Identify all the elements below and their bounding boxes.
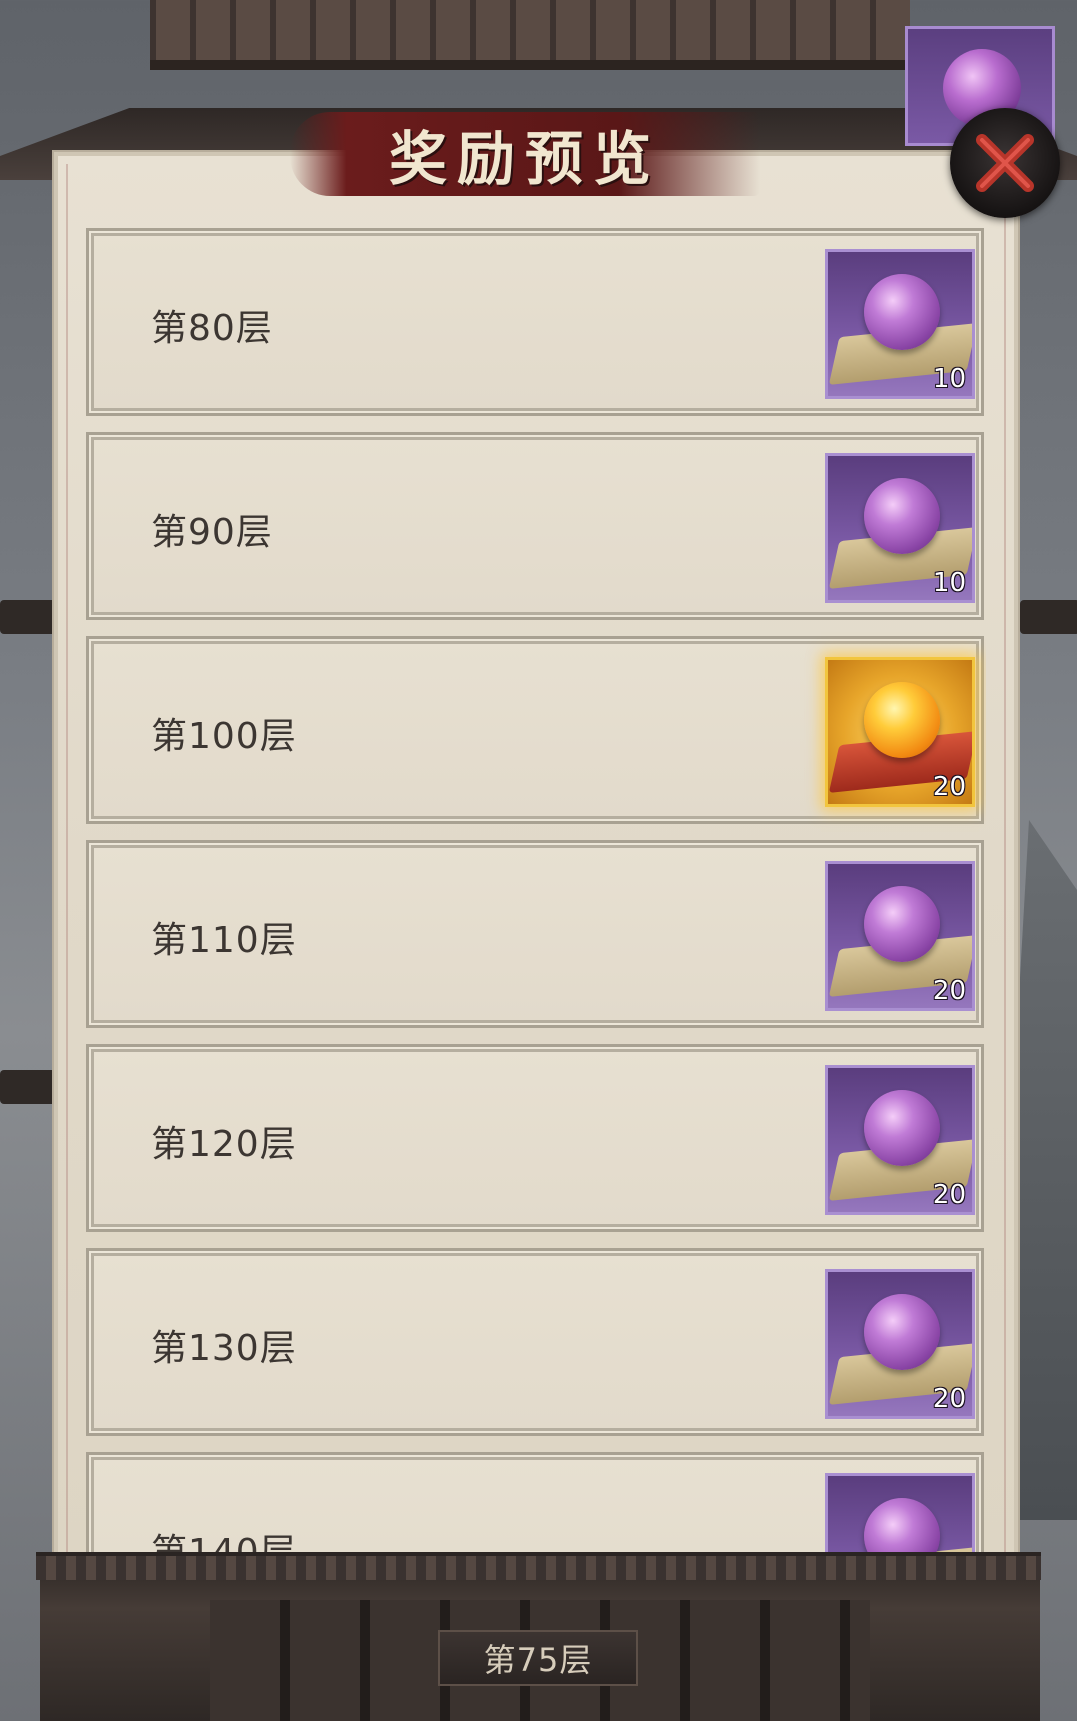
dialog-title: 奖励预览 <box>388 125 661 193</box>
floor-label: 第100层 <box>151 716 297 757</box>
purple-orb-icon <box>864 1294 940 1370</box>
reward-item-slot[interactable]: 20 <box>825 861 975 1011</box>
reward-quantity: 20 <box>932 976 966 1006</box>
reward-row: 第130层 20 <box>86 1248 984 1436</box>
reward-quantity: 20 <box>932 1180 966 1210</box>
purple-orb-icon <box>864 886 940 962</box>
reward-item-slot[interactable]: 20 <box>825 1269 975 1419</box>
reward-list[interactable]: 第80层 10 第90层 10 第100层 20 第110层 20 第120层 … <box>86 226 986 1556</box>
gold-orb-icon <box>864 682 940 758</box>
purple-orb-icon <box>864 1498 940 1556</box>
reward-quantity: 10 <box>932 364 966 394</box>
close-button[interactable] <box>950 108 1060 218</box>
background-side-eave <box>0 600 60 634</box>
reward-item-slot[interactable] <box>825 1473 975 1556</box>
purple-orb-icon <box>864 478 940 554</box>
floor-label: 第140层 <box>151 1532 297 1556</box>
panel-bottom-roof <box>36 1552 1041 1580</box>
purple-orb-icon <box>864 274 940 350</box>
background-roof <box>150 0 910 70</box>
floor-label: 第80层 <box>151 308 273 349</box>
reward-row: 第90层 10 <box>86 432 984 620</box>
reward-item-slot[interactable]: 20 <box>825 1065 975 1215</box>
current-floor-label: 第75层 <box>438 1630 638 1686</box>
reward-quantity: 20 <box>932 772 966 802</box>
reward-row: 第80层 10 <box>86 228 984 416</box>
floor-label: 第120层 <box>151 1124 297 1165</box>
floor-label: 第130层 <box>151 1328 297 1369</box>
background-side-eave <box>1020 600 1077 634</box>
floor-label: 第110层 <box>151 920 297 961</box>
close-x-icon <box>976 134 1034 192</box>
reward-item-slot[interactable]: 10 <box>825 453 975 603</box>
reward-row: 第110层 20 <box>86 840 984 1028</box>
reward-row: 第140层 <box>86 1452 984 1556</box>
floor-label: 第90层 <box>151 512 273 553</box>
reward-quantity: 10 <box>932 568 966 598</box>
reward-quantity: 20 <box>932 1384 966 1414</box>
reward-row: 第100层 20 <box>86 636 984 824</box>
purple-orb-icon <box>864 1090 940 1166</box>
background-side-eave <box>0 1070 60 1104</box>
reward-row: 第120层 20 <box>86 1044 984 1232</box>
reward-item-slot[interactable]: 10 <box>825 249 975 399</box>
reward-item-slot[interactable]: 20 <box>825 657 975 807</box>
